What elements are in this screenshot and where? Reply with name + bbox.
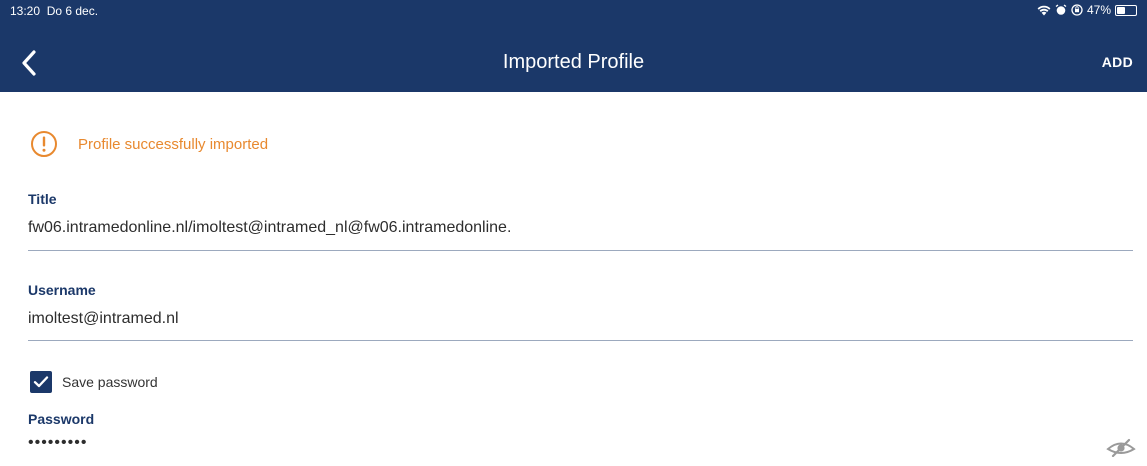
username-label: Username [28, 282, 96, 298]
notice-text: Profile successfully imported [78, 135, 269, 153]
checkmark-icon [33, 376, 49, 388]
status-indicators: 47% [1037, 3, 1137, 17]
info-icon [31, 131, 57, 157]
password-label: Password [28, 411, 95, 427]
status-bar: 13:20 Do 6 dec. 47% [0, 0, 1147, 20]
import-success-notice: Profile successfully imported [30, 128, 268, 160]
battery-percentage: 47% [1086, 3, 1111, 17]
status-date: Do 6 dec. [46, 4, 99, 18]
imported-profile-screen: 13:20 Do 6 dec. 47% Imported Profile ADD… [0, 0, 1147, 466]
save-password-checkbox[interactable] [30, 371, 52, 393]
page-title: Imported Profile [502, 51, 645, 73]
title-label: Title [28, 191, 57, 207]
wifi-icon [1037, 5, 1051, 15]
password-visibility-toggle[interactable] [1105, 437, 1137, 458]
rotation-lock-icon [1071, 4, 1083, 16]
battery-icon [1115, 4, 1137, 16]
eye-hidden-icon [1106, 438, 1136, 458]
title-field[interactable]: fw06.intramedonline.nl/imoltest@intramed… [28, 219, 511, 237]
password-field[interactable]: ••••••••• [28, 434, 87, 452]
navigation-bar: Imported Profile ADD [0, 36, 1147, 86]
status-time: 13:20 [10, 4, 41, 18]
add-button[interactable]: ADD [1102, 54, 1133, 70]
title-underline [28, 250, 1133, 251]
username-underline [28, 340, 1133, 341]
save-password-label: Save password [62, 374, 158, 390]
username-field[interactable]: imoltest@intramed.nl [28, 310, 179, 328]
alarm-icon [1055, 4, 1067, 15]
header-bar: 13:20 Do 6 dec. 47% Imported Profile ADD [0, 0, 1147, 92]
